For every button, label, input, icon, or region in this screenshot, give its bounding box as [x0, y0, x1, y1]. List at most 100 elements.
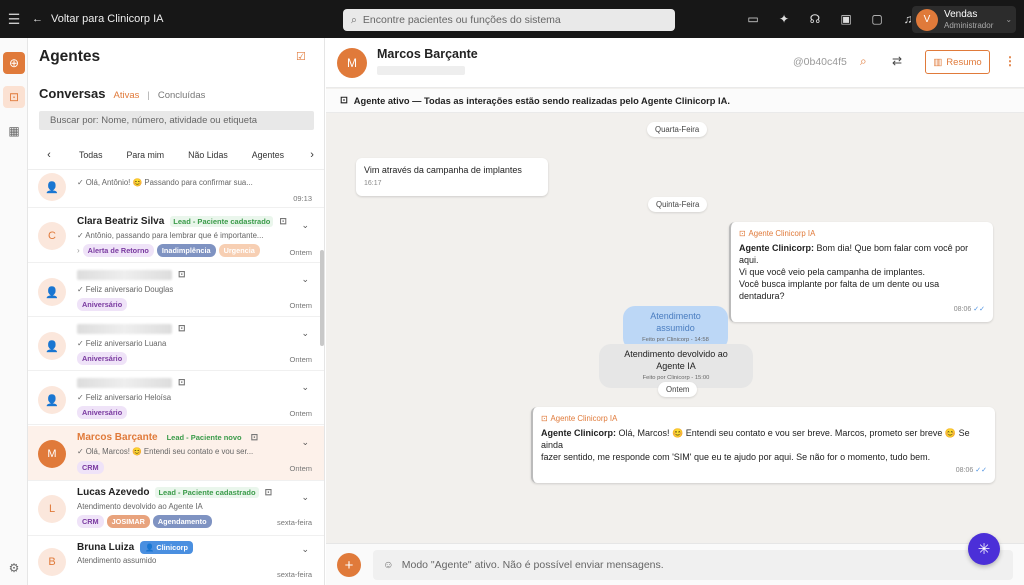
headset-icon[interactable]: ☊	[806, 10, 824, 28]
robot-icon: ⊡	[250, 432, 259, 442]
conversation-item[interactable]: B Bruna Luiza 👤 Clinicorp Atendimento as…	[28, 536, 324, 585]
more-vertical-icon[interactable]: ⋮	[1004, 54, 1016, 68]
grid-icon[interactable]: ▦	[3, 120, 25, 142]
date-divider: Quarta-Feira	[647, 122, 708, 137]
date-divider: Quinta-Feira	[648, 197, 708, 212]
conversation-item-selected[interactable]: M Marcos Barçante Lead - Paciente novo ⊡…	[28, 426, 324, 481]
contact-name: Clara Beatriz Silva Lead - Paciente cada…	[77, 216, 287, 227]
back-label: Voltar para Clinicorp IA	[51, 13, 164, 25]
filter-nao-lidas[interactable]: Não Lidas	[176, 150, 240, 160]
contact-name: Marcos Barçante Lead - Paciente novo ⊡	[77, 432, 259, 443]
conversation-item[interactable]: 👤 ⊡ ✓ Feliz aniversario Luana Aniversári…	[28, 317, 324, 371]
emoji-icon[interactable]: ☺	[383, 559, 394, 571]
gear-icon[interactable]: ⚙	[3, 557, 25, 579]
time: Ontem	[289, 301, 312, 310]
robot-icon: ⊡	[264, 487, 273, 497]
message-time: 16:17	[364, 180, 382, 187]
panel-title: Agentes	[39, 48, 101, 65]
robot-icon: ⊡	[279, 216, 287, 226]
conversation-search-input[interactable]: Buscar por: Nome, número, atividade ou e…	[39, 111, 314, 130]
conversation-item[interactable]: L Lucas Azevedo Lead - Paciente cadastra…	[28, 481, 324, 536]
time: Ontem	[289, 355, 312, 364]
message-incoming: Vim através da campanha de implantes 16:…	[356, 158, 548, 196]
chat-robot-icon[interactable]: ▣	[837, 10, 855, 28]
tag: Agendamento	[152, 515, 212, 528]
message-time: 08:06 ✓✓	[953, 306, 985, 313]
contact-name[interactable]: Marcos Barçante	[377, 47, 478, 61]
system-event-title: Atendimento devolvido ao Agente IA	[624, 349, 728, 371]
contact-name: ⊡	[77, 377, 186, 388]
resumo-button[interactable]: ▥ Resumo	[925, 50, 990, 74]
scrollbar[interactable]	[320, 250, 324, 346]
lead-status: Lead - Paciente cadastrado	[170, 216, 274, 227]
menu-icon[interactable]: ☰	[0, 11, 28, 28]
contact-avatar[interactable]: M	[337, 48, 367, 78]
conversation-item[interactable]: 👤 ✓ Olá, Antônio! 😊 Passando para confir…	[28, 170, 324, 208]
robot-icon[interactable]: ⊡	[3, 86, 25, 108]
avatar: 👤	[38, 386, 66, 414]
time: Ontem	[289, 248, 312, 257]
chevron-down-icon[interactable]: ⌄	[301, 274, 309, 285]
tab-concluidas[interactable]: Concluídas	[158, 90, 206, 101]
arrow-left-icon: ←	[32, 13, 43, 25]
tag: Aniversário	[77, 298, 128, 311]
clinicorp-badge: 👤 Clinicorp	[140, 541, 193, 554]
tab-ativas[interactable]: Ativas	[113, 90, 139, 101]
chevron-down-icon[interactable]: ⌄	[301, 328, 309, 339]
add-circle-icon[interactable]: ⊕	[3, 52, 25, 74]
video-icon[interactable]: ▭	[744, 10, 762, 28]
filter-todas[interactable]: Todas	[59, 150, 114, 160]
robot-icon: ⊡	[178, 377, 186, 387]
message-text: Vim através da campanha de implantes	[364, 165, 522, 175]
avatar: B	[38, 548, 66, 576]
user-menu[interactable]: V Vendas Administrador ⌄	[912, 6, 1016, 33]
checklist-icon[interactable]: ☑	[296, 50, 306, 63]
chevron-down-icon[interactable]: ⌄	[301, 220, 309, 231]
chevron-down-icon[interactable]: ⌄	[301, 492, 309, 503]
lead-status: Lead - Paciente cadastrado	[155, 487, 259, 498]
global-search-input[interactable]: ⌕ Encontre pacientes ou funções do siste…	[343, 9, 675, 31]
tag: CRM	[77, 515, 104, 528]
chevron-down-icon[interactable]: ⌄	[301, 382, 309, 393]
chevron-down-icon[interactable]: ⌄	[301, 544, 309, 555]
search-icon[interactable]: ⌕	[860, 54, 867, 69]
message-text: Agente Clinicorp: Bom dia! Que bom falar…	[739, 243, 969, 265]
message-input[interactable]: ☺ Modo "Agente" ativo. Não é possível en…	[373, 550, 1013, 580]
agent-label: ⊡ Agente Clinicorp IA	[739, 229, 816, 238]
topbar-icons: ▭ ✦ ☊ ▣ ▢ ♫	[744, 10, 917, 28]
filter-agentes[interactable]: Agentes	[240, 150, 296, 160]
conversation-item[interactable]: C Clara Beatriz Silva Lead - Paciente ca…	[28, 208, 324, 263]
time: Ontem	[289, 409, 312, 418]
chat-header: M Marcos Barçante @0b40c4f5 ⌕ ⇄ ▥ Resumo…	[326, 38, 1024, 88]
conversation-item[interactable]: 👤 ⊡ ✓ Feliz aniversario Heloísa Aniversá…	[28, 371, 324, 425]
filter-para-mim[interactable]: Para mim	[114, 150, 176, 160]
chevron-right-icon[interactable]: ›	[302, 149, 322, 161]
contact-name: ⊡	[77, 323, 186, 334]
sparkle-fab-button[interactable]: ✳	[968, 533, 1000, 565]
user-name: Vendas	[944, 8, 978, 20]
add-button[interactable]: +	[337, 553, 361, 577]
last-message: Atendimento devolvido ao Agente IA	[77, 502, 203, 511]
message-text: Você busca implante por falta de um dent…	[739, 279, 940, 301]
tag-list: › Alerta de Retorno Inadimplência Urgenc…	[77, 244, 260, 257]
bar-chart-icon: ▥	[933, 56, 943, 68]
user-role: Administrador	[944, 20, 994, 30]
tag: Urgencia	[218, 244, 260, 257]
chevron-right-icon: ›	[77, 246, 80, 255]
sparkle-icon[interactable]: ✦	[775, 10, 793, 28]
chevron-left-icon[interactable]: ‹	[39, 149, 59, 161]
avatar: 👤	[38, 278, 66, 306]
message-icon[interactable]: ▢	[868, 10, 886, 28]
time: Ontem	[289, 464, 312, 473]
last-message: ✓ Feliz aniversario Douglas	[77, 285, 174, 294]
left-rail: ⊕ ⊡ ▦ ⚙	[0, 38, 28, 585]
chevron-down-icon[interactable]: ⌄	[301, 437, 309, 448]
conversation-list-panel: Agentes ☑ Conversas Ativas | Concluídas …	[28, 38, 325, 585]
conversation-item[interactable]: 👤 ⊡ ✓ Feliz aniversario Douglas Aniversá…	[28, 263, 324, 317]
tab-separator: |	[147, 90, 150, 101]
last-message: ✓ Antônio, passando para lembrar que é i…	[77, 231, 264, 240]
avatar: 👤	[38, 332, 66, 360]
contact-name: ⊡	[77, 269, 186, 280]
back-link[interactable]: ← Voltar para Clinicorp IA	[32, 13, 164, 25]
transfer-icon[interactable]: ⇄	[892, 54, 902, 68]
